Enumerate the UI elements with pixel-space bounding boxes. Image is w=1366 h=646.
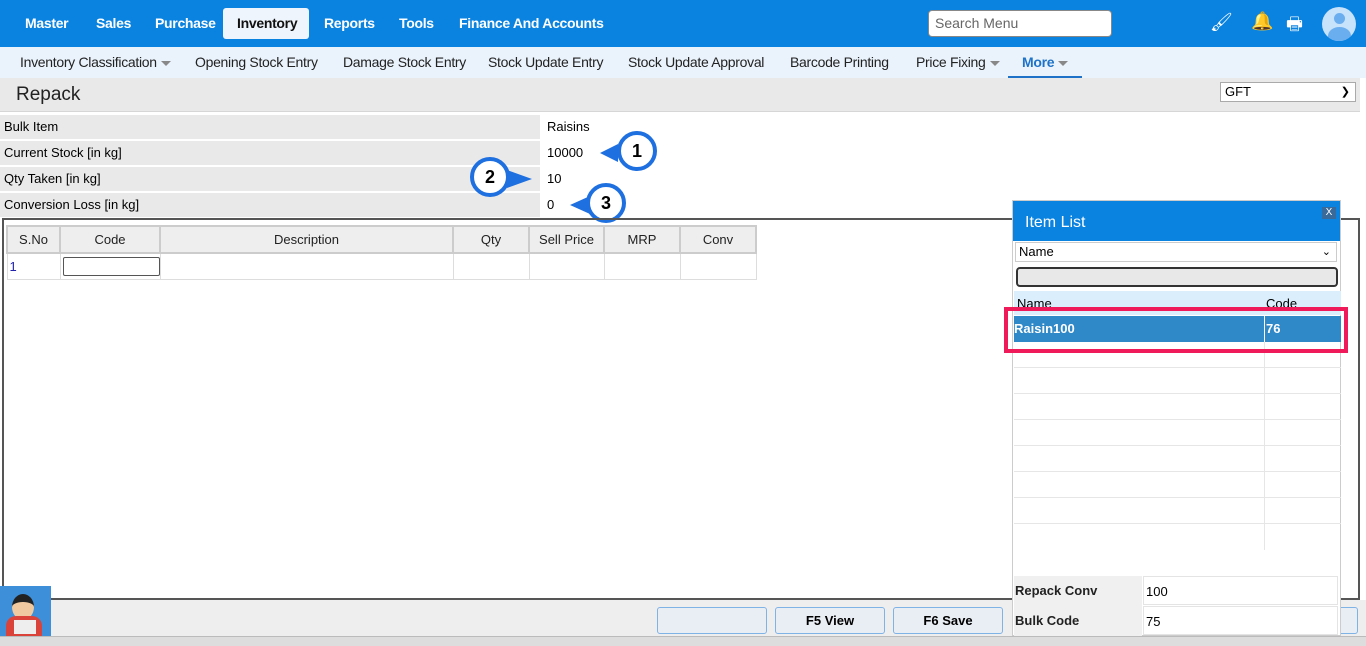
caret-down-icon xyxy=(160,60,171,66)
col-conv: Conv xyxy=(679,225,757,254)
code-input[interactable] xyxy=(62,256,160,276)
subnav-damage-stock-entry[interactable]: Damage Stock Entry xyxy=(343,47,466,78)
current-stock-value: 10000 xyxy=(547,145,584,160)
subnav-more[interactable]: More xyxy=(1008,47,1083,78)
subnav-stock-update-entry[interactable]: Stock Update Entry xyxy=(488,47,604,78)
item-search-input[interactable] xyxy=(1016,267,1338,287)
user-avatar-icon[interactable] xyxy=(1322,7,1356,41)
caret-down-icon xyxy=(1058,60,1069,66)
chevron-down-icon: ⌄ xyxy=(1321,246,1331,258)
label: Inventory Classification xyxy=(20,54,157,70)
subnav-barcode-printing[interactable]: Barcode Printing xyxy=(790,47,889,78)
close-button[interactable]: X xyxy=(1322,207,1336,219)
repack-conv-input[interactable]: 100 xyxy=(1143,576,1338,605)
company-select[interactable]: GFT ❯ xyxy=(1220,82,1356,102)
list-item-empty xyxy=(1014,368,1341,394)
row-conv[interactable] xyxy=(679,252,757,280)
extra-button[interactable] xyxy=(1338,607,1358,634)
caret-down-icon xyxy=(989,60,1000,66)
blank-button[interactable] xyxy=(657,607,767,634)
nav-inventory[interactable]: Inventory xyxy=(223,8,309,39)
annotation-pointer xyxy=(507,170,532,188)
annotation-badge-3: 3 xyxy=(586,183,626,223)
list-item-empty xyxy=(1014,498,1341,524)
label: Price Fixing xyxy=(916,54,986,70)
highlight-box xyxy=(1004,307,1348,353)
search-by-select[interactable]: Name ⌄ xyxy=(1015,242,1337,262)
search-menu-input[interactable]: Search Menu xyxy=(928,10,1112,37)
f6-save-button[interactable]: F6 Save xyxy=(893,607,1003,634)
list-item-empty xyxy=(1014,394,1341,420)
support-chatbot-icon[interactable] xyxy=(0,586,51,636)
row-sell-price[interactable] xyxy=(528,252,605,280)
status-bar xyxy=(0,636,1366,646)
subnav-inventory-classification[interactable]: Inventory Classification xyxy=(20,47,171,78)
col-code: Code xyxy=(59,225,161,254)
f5-view-button[interactable]: F5 View xyxy=(775,607,885,634)
row-qty[interactable] xyxy=(452,252,530,280)
row-code-cell xyxy=(59,252,161,280)
sub-navbar: Inventory Classification Opening Stock E… xyxy=(0,47,1366,78)
annotation-badge-1: 1 xyxy=(617,131,657,171)
nav-reports[interactable]: Reports xyxy=(310,8,389,39)
nav-sales[interactable]: Sales xyxy=(82,8,145,39)
annotation-pointer xyxy=(600,144,618,162)
list-item-empty xyxy=(1014,524,1341,550)
bulk-code-row: Bulk Code 75 xyxy=(1014,606,1339,636)
nav-finance-and-accounts[interactable]: Finance And Accounts xyxy=(445,8,618,39)
row-mrp[interactable] xyxy=(603,252,681,280)
item-list-popup: Item List X Name ⌄ Name Code Raisin100 76… xyxy=(1012,200,1341,636)
label: More xyxy=(1022,54,1055,70)
qty-taken-label: Qty Taken [in kg] xyxy=(0,167,540,191)
col-sno: S.No xyxy=(6,225,61,254)
current-stock-label: Current Stock [in kg] xyxy=(0,141,540,165)
brush-icon[interactable]: 🖌 xyxy=(1210,12,1233,33)
bulk-item-label: Bulk Item xyxy=(0,115,540,139)
selected-value: GFT xyxy=(1225,84,1251,99)
repack-conv-row: Repack Conv 100 xyxy=(1014,576,1339,606)
annotation-badge-2: 2 xyxy=(470,157,510,197)
repack-conv-label: Repack Conv xyxy=(1014,576,1142,606)
chevron-down-icon: ❯ xyxy=(1340,86,1350,98)
col-description: Description xyxy=(159,225,454,254)
table-row: 1 xyxy=(6,252,757,280)
conversion-loss-value[interactable]: 0 xyxy=(547,193,554,217)
subnav-opening-stock-entry[interactable]: Opening Stock Entry xyxy=(195,47,318,78)
subnav-price-fixing[interactable]: Price Fixing xyxy=(916,47,1000,78)
qty-taken-value[interactable]: 10 xyxy=(547,167,561,191)
bulk-code-label: Bulk Code xyxy=(1014,606,1142,636)
title-bar: Repack GFT ❯ xyxy=(0,78,1360,112)
row-description[interactable] xyxy=(159,252,454,280)
subnav-stock-update-approval[interactable]: Stock Update Approval xyxy=(628,47,764,78)
row-sno: 1 xyxy=(6,252,61,280)
list-item-empty xyxy=(1014,420,1341,446)
col-mrp: MRP xyxy=(603,225,681,254)
repack-grid: S.No Code Description Qty Sell Price MRP… xyxy=(6,225,757,280)
bulk-code-input[interactable]: 75 xyxy=(1143,606,1338,635)
nav-tools[interactable]: Tools xyxy=(385,8,448,39)
page-title: Repack xyxy=(16,84,81,105)
popup-title: Item List xyxy=(1013,201,1340,241)
printer-icon[interactable]: 🖶 xyxy=(1286,12,1303,42)
bulk-item-value: Raisins xyxy=(547,119,590,134)
col-sell-price: Sell Price xyxy=(528,225,605,254)
bell-icon[interactable]: 🔔 xyxy=(1251,11,1273,32)
col-qty: Qty xyxy=(452,225,530,254)
top-navbar: Master Sales Purchase Inventory Reports … xyxy=(0,0,1366,47)
list-item-empty xyxy=(1014,472,1341,498)
list-item-empty xyxy=(1014,446,1341,472)
nav-purchase[interactable]: Purchase xyxy=(141,8,230,39)
conversion-loss-label: Conversion Loss [in kg] xyxy=(0,193,540,217)
nav-master[interactable]: Master xyxy=(11,8,82,39)
grid-header: S.No Code Description Qty Sell Price MRP… xyxy=(6,225,757,254)
selected-value: Name xyxy=(1019,244,1054,259)
